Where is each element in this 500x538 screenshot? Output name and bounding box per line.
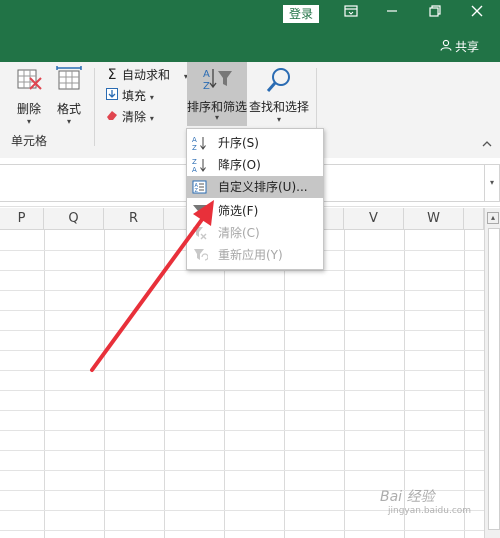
custom-sort-icon: AZ bbox=[192, 179, 208, 195]
grid-row-line bbox=[0, 450, 484, 451]
delete-button[interactable]: 删除 ▾ bbox=[12, 66, 46, 126]
menu-item-label: 重新应用(Y) bbox=[218, 248, 283, 262]
menu-item-label: 清除(C) bbox=[218, 226, 260, 240]
restore-icon[interactable] bbox=[424, 4, 446, 24]
divider bbox=[94, 68, 95, 146]
fill-label: 填充 bbox=[122, 89, 147, 103]
column-header[interactable]: W bbox=[404, 208, 464, 230]
menu-item-reapply[interactable]: 重新应用(Y) bbox=[187, 244, 323, 266]
column-header[interactable]: V bbox=[344, 208, 404, 230]
scroll-thumb[interactable] bbox=[488, 228, 500, 530]
grid-row-line bbox=[0, 430, 484, 431]
column-header[interactable]: R bbox=[104, 208, 164, 230]
grid-row-line bbox=[0, 470, 484, 471]
grid-row-line bbox=[0, 370, 484, 371]
chevron-down-icon: ▾ bbox=[149, 93, 154, 102]
menu-item-custom-sort[interactable]: AZ 自定义排序(U)... bbox=[187, 176, 323, 198]
svg-text:Z: Z bbox=[192, 158, 197, 166]
delete-cells-icon bbox=[13, 66, 45, 94]
menu-item-label: 降序(O) bbox=[218, 158, 261, 172]
format-cells-icon bbox=[53, 66, 85, 94]
chevron-down-icon: ▾ bbox=[149, 114, 154, 123]
watermark-url: jingyan.baidu.com bbox=[388, 506, 472, 516]
magnifier-icon bbox=[263, 66, 295, 94]
vertical-scrollbar[interactable]: ▴ bbox=[484, 208, 500, 538]
grid-column-line bbox=[164, 230, 165, 538]
autosum-label: 自动求和 bbox=[122, 68, 171, 82]
menu-item-label: 升序(S) bbox=[218, 136, 259, 150]
svg-text:Z: Z bbox=[192, 144, 197, 151]
grid-column-line bbox=[344, 230, 345, 538]
chevron-down-icon: ▾ bbox=[214, 113, 219, 122]
autosum-button[interactable]: Σ 自动求和 ▾ bbox=[105, 66, 188, 84]
find-select-label: 查找和选择 bbox=[248, 100, 309, 114]
menu-item-label: 自定义排序(U)... bbox=[218, 180, 308, 194]
chevron-down-icon: ▾ bbox=[276, 115, 281, 124]
grid-column-line bbox=[224, 230, 225, 538]
menu-item-sort-descending[interactable]: ZA 降序(O) bbox=[187, 154, 323, 176]
format-label: 格式 bbox=[56, 102, 81, 116]
grid-row-line bbox=[0, 310, 484, 311]
share-button[interactable]: 共享 bbox=[440, 38, 479, 55]
grid-row-line bbox=[0, 330, 484, 331]
chevron-down-icon: ▾ bbox=[66, 117, 71, 126]
grid-row-line bbox=[0, 290, 484, 291]
expand-formula-icon[interactable]: ▾ bbox=[484, 164, 500, 202]
share-label: 共享 bbox=[455, 40, 480, 54]
delete-label: 删除 bbox=[16, 102, 41, 116]
grid-column-line bbox=[284, 230, 285, 538]
column-header[interactable]: Q bbox=[44, 208, 104, 230]
login-button[interactable]: 登录 bbox=[283, 5, 319, 23]
grid-row-line bbox=[0, 530, 484, 531]
svg-text:A: A bbox=[203, 69, 210, 80]
sort-ascending-icon: AZ bbox=[192, 135, 208, 152]
grid-column-line bbox=[464, 230, 465, 538]
column-header[interactable]: P bbox=[0, 208, 44, 230]
svg-text:A: A bbox=[192, 166, 197, 173]
menu-item-label: 筛选(F) bbox=[218, 204, 259, 218]
grid-row-line bbox=[0, 270, 484, 271]
fill-button[interactable]: 填充 ▾ bbox=[105, 87, 154, 105]
minimize-icon[interactable] bbox=[381, 4, 403, 24]
grid-column-line bbox=[104, 230, 105, 538]
column-header[interactable] bbox=[464, 208, 484, 230]
sigma-icon: Σ bbox=[107, 67, 117, 83]
menu-item-filter[interactable]: 筛选(F) bbox=[187, 200, 323, 222]
group-label-cells: 单元格 bbox=[11, 134, 48, 148]
clear-label: 清除 bbox=[122, 110, 147, 124]
sort-descending-icon: ZA bbox=[192, 157, 208, 174]
menu-item-clear[interactable]: 清除(C) bbox=[187, 222, 323, 244]
grid-row-line bbox=[0, 410, 484, 411]
sort-filter-button[interactable]: A Z 排序和筛选 ▾ bbox=[187, 62, 247, 126]
scroll-up-icon[interactable]: ▴ bbox=[487, 212, 499, 224]
grid-row-line bbox=[0, 350, 484, 351]
filter-icon bbox=[192, 203, 208, 219]
person-icon bbox=[440, 39, 452, 54]
sort-filter-menu: AZ 升序(S) ZA 降序(O) AZ 自定义排序(U)... 筛选(F) 清… bbox=[186, 128, 324, 270]
eraser-icon bbox=[105, 108, 119, 126]
sort-filter-icon: A Z bbox=[201, 66, 235, 95]
close-icon[interactable] bbox=[466, 4, 488, 24]
clear-filter-icon bbox=[192, 225, 208, 241]
reapply-icon bbox=[192, 247, 209, 263]
title-bar: 登录 共享 bbox=[0, 0, 500, 62]
ribbon-display-icon[interactable] bbox=[340, 4, 362, 24]
svg-text:Z: Z bbox=[195, 188, 199, 194]
chevron-down-icon: ▾ bbox=[26, 117, 31, 126]
svg-text:A: A bbox=[192, 136, 197, 144]
svg-text:Z: Z bbox=[203, 81, 210, 92]
grid-row-line bbox=[0, 390, 484, 391]
watermark-logo: Bai 经验 bbox=[380, 489, 435, 505]
find-select-button[interactable]: 查找和选择 ▾ bbox=[248, 66, 310, 124]
format-button[interactable]: 格式 ▾ bbox=[52, 66, 86, 126]
clear-button[interactable]: 清除 ▾ bbox=[105, 108, 154, 126]
menu-item-sort-ascending[interactable]: AZ 升序(S) bbox=[187, 132, 323, 154]
collapse-ribbon-icon[interactable] bbox=[482, 138, 492, 151]
fill-down-icon bbox=[105, 87, 119, 105]
grid-column-line bbox=[44, 230, 45, 538]
